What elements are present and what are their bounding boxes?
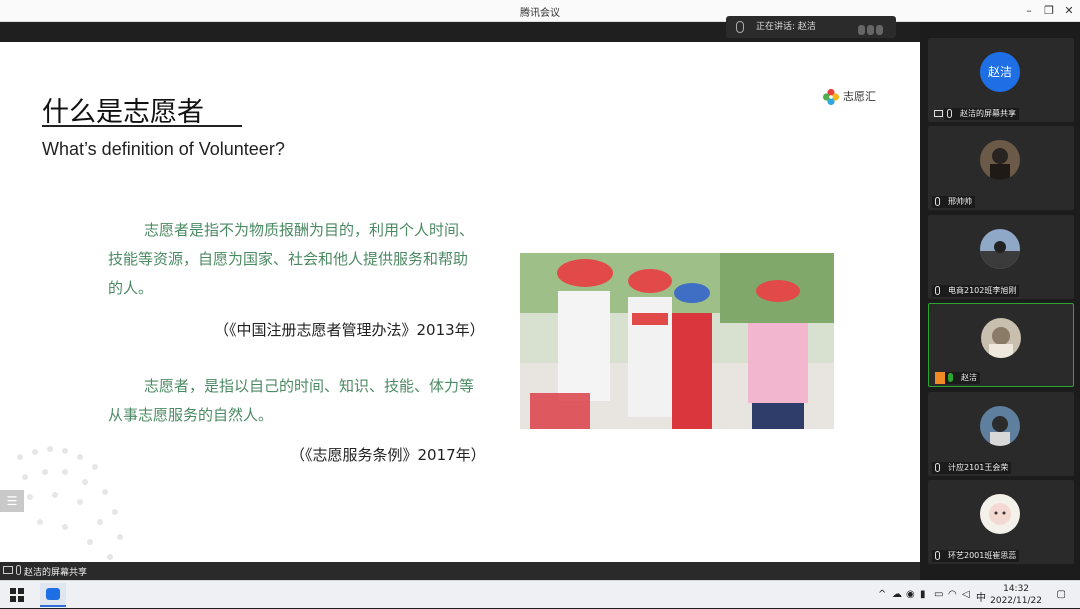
audio-level-icon [858,22,888,35]
definition-paragraph-1: 志愿者是指不为物质报酬为目的，利用个人时间、 技能等资源，自愿为国家、社会和他人… [108,216,474,303]
slide-subtitle: What’s definition of Volunteer? [42,139,285,159]
microphone-tray-icon[interactable]: ▮ [920,589,926,600]
avatar [980,229,1020,269]
minimize-icon[interactable]: – [1018,2,1040,20]
volunteer-logo: 志愿汇 [822,88,876,106]
avatar [980,406,1020,446]
text-line: 志愿者，是指以自己的时间、知识、技能、体力等 [144,377,475,395]
microphone-icon [935,286,940,295]
participant-tile[interactable]: 赵洁 赵洁的屏幕共享 [928,38,1074,122]
text-line: 从事志愿服务的自然人。 [108,406,274,424]
maximize-icon[interactable]: ❐ [1038,2,1060,20]
source-citation-1: （《中国注册志愿者管理办法》2013年） [214,321,485,339]
avatar [980,494,1020,534]
participant-name-text: 电商2102班李旭刚 [948,286,1017,295]
pinwheel-logo-icon [822,88,840,106]
participant-tile-active[interactable]: 赵洁 [928,303,1074,387]
microphone-icon [947,109,952,118]
participant-name-text: 环艺2001班崔思蕊 [948,551,1017,560]
text-line: 志愿者是指不为物质报酬为目的，利用个人时间、 [144,221,475,239]
avatar [980,140,1020,180]
microphone-active-icon [948,373,953,382]
participant-name: 电商2102班李旭刚 [932,285,1020,297]
notification-icon[interactable]: ▢ [1057,589,1066,600]
volume-icon[interactable]: ◁ [962,589,970,600]
screen-share-indicator: 赵洁的屏幕共享 [0,562,920,580]
participant-name-text: 计应2101王会荣 [948,463,1009,472]
title-underline [42,125,242,127]
avatar [981,318,1021,358]
clock-time: 14:32 [1003,584,1030,594]
slide-title: 什么是志愿者 [42,97,204,128]
window-title: 腾讯会议 [520,8,560,19]
participant-name-text: 赵洁 [961,373,977,382]
participant-panel: 赵洁 赵洁的屏幕共享 邢帅帅 电商2102班李旭刚 赵洁 计应2101王会荣 环… [920,22,1080,580]
participant-name-text: 邢帅帅 [948,197,972,206]
participant-tile[interactable]: 电商2102班李旭刚 [928,215,1074,299]
title-bar: 腾讯会议 – ❐ ✕ [0,0,1080,22]
screen-share-label: 赵洁的屏幕共享 [24,568,88,578]
microphone-icon [16,565,21,575]
system-tray: ^ ☁ ◉ ▮ ▭ ◠ ◁ 中 14:32 2022/11/22 ▢ [870,581,1080,609]
ime-indicator[interactable]: 中 [976,589,986,604]
wifi-icon[interactable]: ◠ [948,589,957,600]
app-tray-icon[interactable]: ◉ [906,589,915,600]
screen-icon [3,566,13,574]
clock[interactable]: 14:32 2022/11/22 [990,583,1042,607]
taskbar: ^ ☁ ◉ ▮ ▭ ◠ ◁ 中 14:32 2022/11/22 ▢ [0,580,1080,608]
microphone-icon [935,197,940,206]
avatar: 赵洁 [980,52,1020,92]
speaking-indicator: 正在讲话: 赵洁 [726,16,896,38]
participant-name-text: 赵洁的屏幕共享 [960,109,1016,118]
definition-paragraph-2: 志愿者，是指以自己的时间、知识、技能、体力等 从事志愿服务的自然人。 [108,372,474,430]
windows-start-icon[interactable] [10,588,24,602]
screen-share-icon [934,110,943,117]
participant-tile[interactable]: 计应2101王会荣 [928,392,1074,476]
slide-menu-toggle[interactable]: ☰ [0,490,24,512]
tencent-meeting-taskbar-button[interactable] [40,583,66,607]
microphone-icon [736,21,744,33]
participant-name: 赵洁 [935,372,980,384]
participant-name: 赵洁的屏幕共享 [934,108,1019,120]
tencent-meeting-icon [46,588,60,600]
volunteers-photo [520,253,834,429]
text-line: 技能等资源，自愿为国家、社会和他人提供服务和帮助 [108,250,469,268]
microphone-icon [935,551,940,560]
participant-tile[interactable]: 邢帅帅 [928,126,1074,210]
participant-name: 环艺2001班崔思蕊 [932,550,1020,562]
speaking-label: 正在讲话: 赵洁 [756,22,816,32]
microphone-icon [935,463,940,472]
logo-text: 志愿汇 [843,90,876,103]
participant-name: 计应2101王会荣 [932,462,1012,474]
participant-tile[interactable]: 环艺2001班崔思蕊 [928,480,1074,564]
cloud-icon[interactable]: ☁ [892,589,902,600]
battery-icon[interactable]: ▭ [934,589,943,600]
clock-date: 2022/11/22 [990,596,1042,606]
chevron-up-icon[interactable]: ^ [878,589,886,600]
text-line: 的人。 [108,279,154,297]
shared-screen-stage: 什么是志愿者 What’s definition of Volunteer? 志… [0,22,920,562]
close-icon[interactable]: ✕ [1058,2,1080,20]
user-icon [935,372,945,384]
presentation-slide: 什么是志愿者 What’s definition of Volunteer? 志… [0,42,920,562]
participant-name: 邢帅帅 [932,196,975,208]
source-citation-2: （《志愿服务条例》2017年） [290,446,486,464]
